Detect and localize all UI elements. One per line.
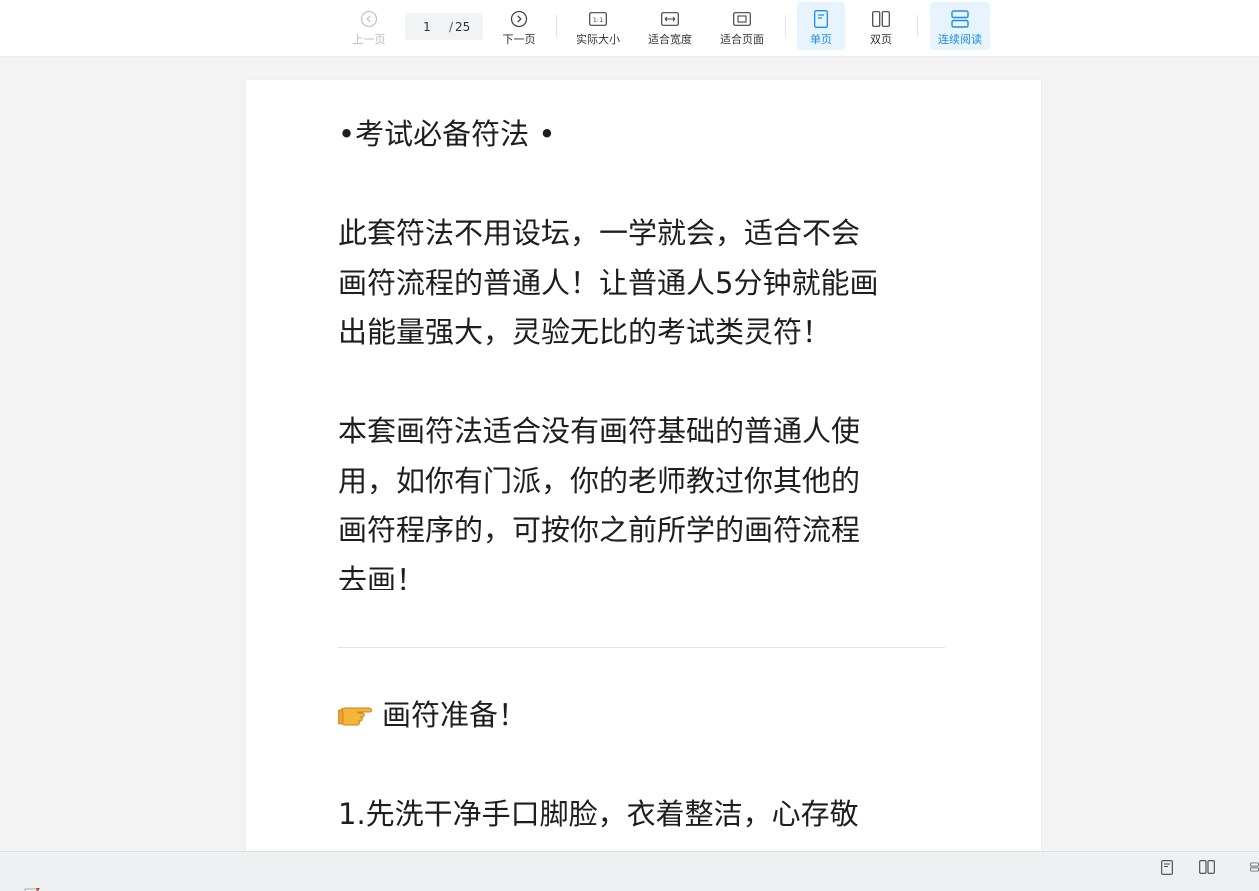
fit-page-button[interactable]: 适合页面 xyxy=(715,2,769,50)
page-total-value: 25 xyxy=(455,19,471,34)
double-page-button[interactable]: 双页 xyxy=(857,2,905,50)
toolbar-divider xyxy=(785,15,786,37)
prev-page-label: 上一页 xyxy=(352,33,386,46)
continuous-reading-label: 连续阅读 xyxy=(938,33,982,46)
fit-width-icon xyxy=(660,9,680,29)
double-page-icon xyxy=(871,9,891,29)
section-preparation: 画符准备！ 1.先洗干净手口脚脸，衣着整洁，心存敬 xyxy=(337,691,958,840)
chevron-right-circle-icon xyxy=(509,9,529,29)
prev-page-button[interactable]: 上一页 xyxy=(346,2,392,50)
paragraph-line: 1.先洗干净手口脚脸，衣着整洁，心存敬 xyxy=(338,797,859,831)
paragraph-line: 画符程序的，可按你之前所学的画符流程 xyxy=(338,513,861,547)
paragraph-line: 本套画符法适合没有画符基础的普通人使 xyxy=(338,414,861,448)
next-page-button[interactable]: 下一页 xyxy=(496,2,542,50)
app-taskbar-icon[interactable] xyxy=(22,882,41,891)
fit-page-label: 适合页面 xyxy=(720,33,764,46)
pointing-hand-icon xyxy=(337,695,380,726)
paragraph-line: 出能量强大，灵验无比的考试类灵符！ xyxy=(338,315,832,349)
single-page-label: 单页 xyxy=(810,33,832,46)
document-page: •考试必备符法 • 此套符法不用设坛，一学就会，适合不会 画符流程的普通人！让普… xyxy=(246,80,1041,860)
paragraph-line: 画符流程的普通人！让普通人5分钟就能画 xyxy=(338,265,879,300)
chevron-left-circle-icon xyxy=(359,9,379,29)
paragraph-line: 去画！ xyxy=(338,562,426,590)
continuous-icon[interactable] xyxy=(1250,857,1259,877)
section-divider xyxy=(338,647,945,648)
next-page-label: 下一页 xyxy=(502,33,536,46)
double-page-label: 双页 xyxy=(870,33,892,46)
actual-size-button[interactable]: 1:1 实际大小 xyxy=(571,2,625,50)
page-content: •考试必备符法 • 此套符法不用设坛，一学就会，适合不会 画符流程的普通人！让普… xyxy=(338,110,958,590)
document-title: •考试必备符法 • xyxy=(338,117,556,151)
fit-width-label: 适合宽度 xyxy=(648,33,692,46)
actual-size-icon: 1:1 xyxy=(588,9,608,29)
section-heading-text: 画符准备！ xyxy=(382,698,528,732)
actual-size-icon-text: 1:1 xyxy=(593,16,603,24)
fit-width-button[interactable]: 适合宽度 xyxy=(643,2,697,50)
continuous-reading-icon xyxy=(950,9,970,29)
current-page-value: 1 xyxy=(423,19,431,34)
continuous-reading-button[interactable]: 连续阅读 xyxy=(930,2,990,50)
viewer-toolbar: 上一页 1 / 25 下一页 1:1 实际大小 适合宽度 适合页面 单页 双页 … xyxy=(0,0,1259,57)
single-page-button[interactable]: 单页 xyxy=(797,2,845,50)
page-number-input[interactable]: 1 / 25 xyxy=(405,13,483,40)
fit-page-icon xyxy=(732,9,752,29)
double-page-icon[interactable] xyxy=(1197,857,1217,877)
paragraph-line: 此套符法不用设坛，一学就会，适合不会 xyxy=(338,216,861,250)
single-page-icon[interactable] xyxy=(1157,857,1177,877)
page-separator: / xyxy=(449,19,454,34)
actual-size-label: 实际大小 xyxy=(576,33,620,46)
section-heading: 画符准备！ xyxy=(337,691,958,741)
paragraph-line: 用，如你有门派，你的老师教过你其他的 xyxy=(338,463,861,498)
single-page-icon xyxy=(811,9,831,29)
toolbar-divider xyxy=(556,15,557,37)
status-bar xyxy=(0,851,1259,891)
toolbar-divider xyxy=(917,15,918,37)
